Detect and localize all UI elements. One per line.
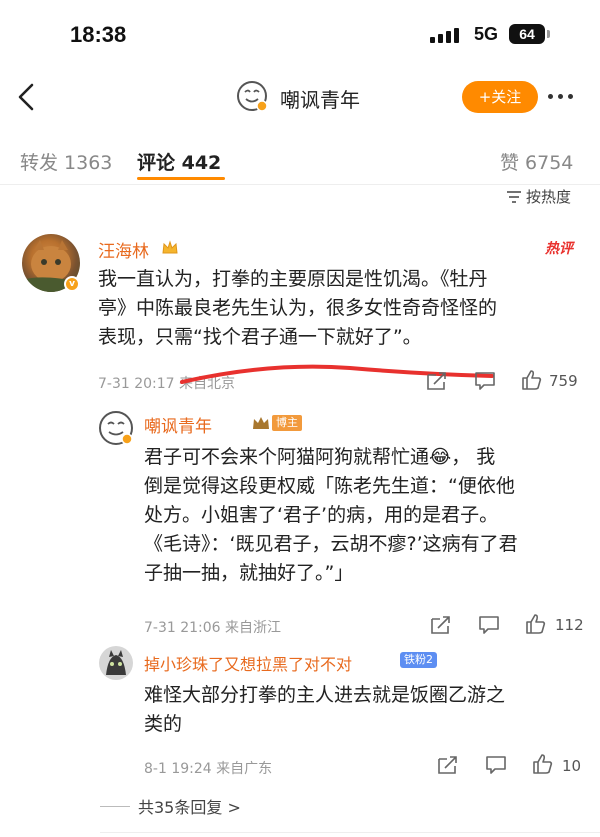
network-label: 5G [474, 24, 499, 44]
comment-icon[interactable] [478, 615, 500, 635]
more-replies-label: 共35条回复 > [138, 798, 241, 817]
page-title: 嘲讽青年 [280, 88, 360, 112]
verified-icon: v [64, 276, 80, 292]
comment-line: 处方。小姐害了‘君子’的病，用的是君子。 [144, 504, 499, 526]
comment-line: 倒是觉得这段更权威「陈老先生道：“便依他 [144, 475, 515, 497]
reply-avatar[interactable] [98, 410, 134, 446]
creator-badge: 博主 [252, 413, 302, 433]
share-icon[interactable] [426, 371, 448, 391]
back-icon[interactable] [14, 80, 42, 114]
sort-label: 按热度 [526, 188, 572, 206]
hot-badge: 热评 [545, 241, 573, 257]
reply-body: 君子可不会来个阿猫阿狗就帮忙通😂， 我 倒是觉得这段更权威「陈老先生道：“便依他… [144, 443, 518, 588]
battery-icon: 64 [509, 24, 550, 44]
fan-badge: 铁粉2 [400, 652, 437, 668]
share-icon[interactable] [437, 755, 459, 775]
comment-icon[interactable] [474, 371, 496, 391]
divider [100, 805, 130, 807]
like-icon[interactable] [521, 369, 543, 390]
comment-line: 《毛诗》：‘既见君子，云胡不瘳?’这病有了君 [144, 533, 518, 555]
comment-icon[interactable] [485, 755, 507, 775]
like-icon[interactable] [525, 613, 547, 634]
comment-line: 亭》中陈最良老先生认为，很多女性奇奇怪怪的 [98, 297, 498, 319]
divider [0, 184, 600, 185]
more-replies-link[interactable]: 共35条回复 > [100, 794, 241, 818]
share-icon[interactable] [430, 615, 452, 635]
reply-avatar[interactable] [98, 645, 134, 681]
blogger-avatar[interactable] [236, 80, 268, 112]
comment-line: 类的 [144, 713, 183, 735]
active-tab-indicator [137, 177, 225, 180]
tab-like[interactable]: 赞 6754 [500, 148, 573, 175]
reply-meta: 7-31 21:06 来自浙江 [144, 620, 282, 636]
sort-icon [506, 190, 522, 204]
status-time: 18:38 [70, 22, 127, 47]
comment-line: 我一直认为，打拳的主要原因是性饥渴。《牡丹 [98, 268, 488, 290]
crown-icon [253, 417, 269, 429]
creator-label: 博主 [272, 415, 302, 431]
like-count: 10 [562, 757, 582, 775]
annotation-underline [180, 352, 500, 386]
reply-meta: 8-1 19:24 来自广东 [144, 761, 273, 777]
crown-icon [160, 238, 180, 258]
more-icon[interactable] [548, 94, 573, 99]
tab-comment[interactable]: 评论 442 [137, 148, 221, 175]
reply-username[interactable]: 掉小珍珠了又想拉黑了对不对 [144, 651, 352, 675]
reply-username[interactable]: 嘲讽青年 [144, 412, 212, 437]
like-icon[interactable] [532, 753, 554, 774]
comment-body: 我一直认为，打拳的主要原因是性饥渴。《牡丹 亭》中陈最良老先生认为，很多女性奇奇… [98, 265, 497, 352]
comment-username[interactable]: 汪海林 [98, 237, 149, 262]
like-count: 759 [549, 372, 578, 390]
like-count: 112 [555, 616, 584, 634]
comment-line: 难怪大部分打拳的主人进去就是饭圈乙游之 [144, 684, 506, 706]
signal-icon [430, 28, 459, 43]
follow-button[interactable]: +关注 [462, 81, 538, 113]
comment-line: 表现，只需“找个君子通一下就好了”。 [98, 326, 422, 348]
tab-repost[interactable]: 转发 1363 [20, 148, 112, 175]
reply-body: 难怪大部分打拳的主人进去就是饭圈乙游之 类的 [144, 681, 505, 739]
sort-button[interactable]: 按热度 [506, 186, 571, 207]
divider [100, 832, 600, 833]
comment-line: 子抽一抽，就抽好了。”」 [144, 562, 354, 584]
comment-line: 君子可不会来个阿猫阿狗就帮忙通😂， 我 [144, 446, 496, 468]
